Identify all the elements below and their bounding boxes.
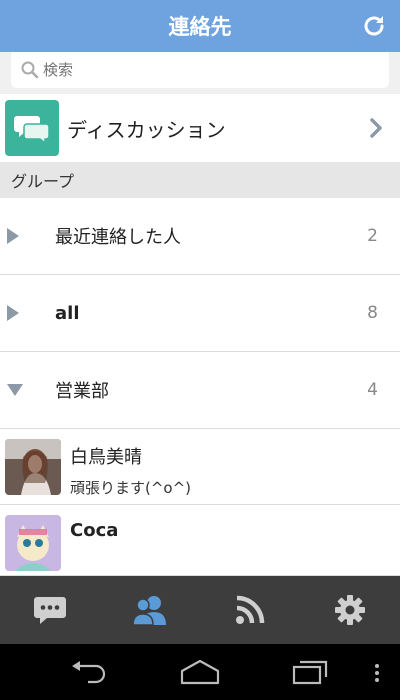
recent-apps-button[interactable] xyxy=(292,658,330,686)
groups-header-label: グループ xyxy=(11,172,75,191)
triangle-down-icon xyxy=(7,384,23,396)
contact-name: Coca xyxy=(70,520,119,541)
search-input[interactable] xyxy=(43,61,363,79)
tab-chat[interactable] xyxy=(20,580,80,640)
back-icon xyxy=(72,661,106,684)
group-name: 営業部 xyxy=(55,381,109,402)
avatar xyxy=(5,439,61,495)
refresh-button[interactable] xyxy=(360,12,388,40)
search-bar xyxy=(0,52,400,94)
bottom-tab-bar xyxy=(0,576,400,644)
page-title: 連絡先 xyxy=(168,15,232,39)
home-button[interactable] xyxy=(178,658,222,686)
search-box[interactable] xyxy=(11,52,389,88)
groups-section-header: グループ xyxy=(0,162,400,198)
search-icon xyxy=(21,61,39,79)
tab-settings[interactable] xyxy=(320,580,380,640)
discussion-label: ディスカッション xyxy=(67,117,226,142)
contact-name: 白鳥美晴 xyxy=(70,447,142,468)
group-count: 4 xyxy=(367,380,378,400)
group-count: 2 xyxy=(367,226,378,246)
contacts-icon xyxy=(132,596,166,626)
contact-status: 頑張ります(^o^) xyxy=(70,479,192,497)
discussion-row[interactable]: ディスカッション xyxy=(0,94,400,162)
contact-row[interactable]: 白鳥美晴 頑張ります(^o^) xyxy=(0,429,400,505)
group-row-all[interactable]: all 8 xyxy=(0,275,400,352)
triangle-right-icon xyxy=(7,305,19,321)
tab-contacts[interactable] xyxy=(120,580,180,640)
home-icon xyxy=(180,659,220,685)
rss-icon xyxy=(236,595,265,624)
group-name: 最近連絡した人 xyxy=(55,227,181,248)
discussion-icon xyxy=(5,100,59,156)
tab-feed[interactable] xyxy=(220,580,280,640)
refresh-icon xyxy=(364,16,384,36)
chat-icon xyxy=(34,597,66,624)
settings-gear-icon xyxy=(335,595,365,625)
chevron-right-icon xyxy=(370,118,382,138)
avatar xyxy=(5,515,61,571)
recent-apps-icon xyxy=(292,660,328,685)
contact-row[interactable]: Coca xyxy=(0,506,400,576)
back-button[interactable] xyxy=(68,660,108,684)
group-row-sales[interactable]: 営業部 4 xyxy=(0,352,400,429)
triangle-right-icon xyxy=(7,228,19,244)
system-nav-bar xyxy=(0,644,400,700)
group-count: 8 xyxy=(367,303,378,323)
overflow-menu-button[interactable] xyxy=(372,662,382,684)
more-vertical-icon xyxy=(375,664,379,682)
group-name: all xyxy=(55,302,80,324)
app-header: 連絡先 xyxy=(0,0,400,52)
group-row-recent[interactable]: 最近連絡した人 2 xyxy=(0,198,400,275)
